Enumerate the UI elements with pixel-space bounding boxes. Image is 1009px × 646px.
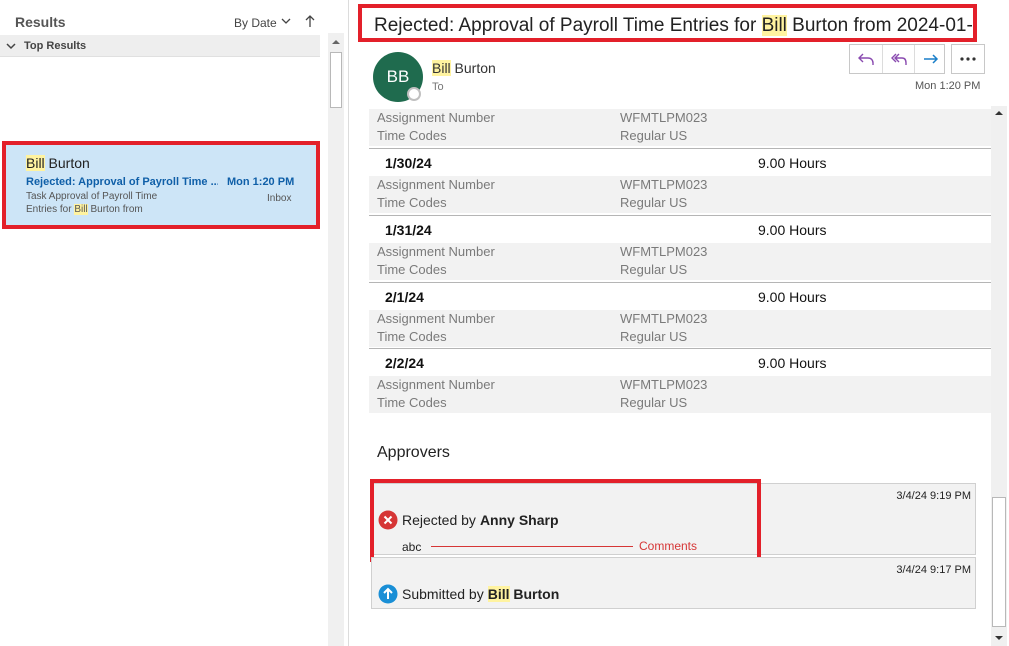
collapse-chevron-icon[interactable] bbox=[6, 41, 16, 51]
detail-key: Time Codes bbox=[377, 262, 447, 277]
subject-part: Burton from 2024-01-... bbox=[786, 15, 977, 36]
detail-value: Regular US bbox=[620, 128, 688, 143]
preview-highlight: Bill bbox=[74, 204, 88, 215]
to-label: To bbox=[432, 81, 444, 93]
entry-detail-block: Assignment Number WFMTLPM023 Time Codes … bbox=[369, 310, 991, 347]
detail-key: Assignment Number bbox=[377, 177, 495, 192]
item-preview-line2: Entries for Bill Burton from bbox=[26, 204, 143, 215]
entry-hours: 9.00 Hours bbox=[758, 289, 827, 305]
arrow-up-icon[interactable] bbox=[304, 14, 316, 28]
item-subject: Rejected: Approval of Payroll Time ... bbox=[26, 176, 218, 188]
entry-detail-block: Assignment Number WFMTLPM023 Time Codes … bbox=[369, 376, 991, 413]
detail-value: WFMTLPM023 bbox=[620, 244, 708, 259]
detail-key: Assignment Number bbox=[377, 110, 495, 125]
detail-key: Assignment Number bbox=[377, 377, 495, 392]
scroll-up-icon[interactable] bbox=[993, 108, 1005, 118]
results-scroll-thumb[interactable] bbox=[330, 52, 342, 108]
subject-highlight: Bill bbox=[761, 15, 787, 36]
results-title: Results bbox=[15, 14, 66, 30]
approver-status: Submitted by Bill Burton bbox=[378, 584, 559, 604]
top-results-group-header[interactable]: Top Results bbox=[0, 35, 320, 57]
more-actions-button[interactable] bbox=[951, 44, 985, 74]
entry-hours: 9.00 Hours bbox=[758, 155, 827, 171]
more-icon bbox=[960, 57, 976, 61]
subject-part: Rejected: Approval of Payroll Time Entri… bbox=[374, 15, 762, 36]
entry-date: 2/1/24 bbox=[385, 289, 424, 305]
item-folder: Inbox bbox=[267, 193, 292, 204]
reply-all-button[interactable] bbox=[882, 45, 914, 73]
outlook-window: Results By Date Top Results Bill Burton … bbox=[0, 0, 1009, 646]
group-label: Top Results bbox=[24, 40, 87, 52]
detail-value: Regular US bbox=[620, 395, 688, 410]
detail-key: Assignment Number bbox=[377, 311, 495, 326]
approver-timestamp: 3/4/24 9:17 PM bbox=[896, 564, 971, 576]
sender-first: Bill bbox=[432, 60, 451, 76]
sender-first-name: Bill bbox=[26, 155, 45, 171]
forward-icon bbox=[923, 54, 938, 64]
forward-button[interactable] bbox=[914, 45, 946, 73]
detail-value: WFMTLPM023 bbox=[620, 110, 708, 125]
detail-value: WFMTLPM023 bbox=[620, 177, 708, 192]
response-button-group bbox=[849, 44, 945, 74]
approvers-heading: Approvers bbox=[377, 444, 450, 461]
detail-value: Regular US bbox=[620, 195, 688, 210]
detail-value: WFMTLPM023 bbox=[620, 311, 708, 326]
sender-last: Burton bbox=[450, 60, 496, 76]
detail-key: Time Codes bbox=[377, 128, 447, 143]
approver-name: Bill Burton bbox=[487, 586, 560, 602]
approver-card-submitted: 3/4/24 9:17 PM Submitted by Bill Burton bbox=[371, 557, 976, 609]
detail-value: WFMTLPM023 bbox=[620, 377, 708, 392]
message-subject: Rejected: Approval of Payroll Time Entri… bbox=[358, 4, 977, 42]
submit-icon bbox=[378, 584, 398, 604]
annotation-highlight-box bbox=[370, 479, 761, 562]
item-time: Mon 1:20 PM bbox=[227, 176, 295, 188]
reply-all-icon bbox=[890, 53, 907, 65]
entry-date-row: 2/1/24 9.00 Hours bbox=[369, 282, 991, 310]
detail-value: Regular US bbox=[620, 262, 688, 277]
sender-last-name: Burton bbox=[44, 155, 90, 171]
results-scrollbar[interactable] bbox=[328, 33, 344, 646]
preview-text: Burton from bbox=[87, 204, 143, 215]
mail-list-item[interactable]: Bill Burton Rejected: Approval of Payrol… bbox=[2, 141, 320, 229]
detail-key: Time Codes bbox=[377, 395, 447, 410]
approver-first-name: Bill bbox=[487, 586, 510, 602]
detail-key: Time Codes bbox=[377, 329, 447, 344]
item-preview-line1: Task Approval of Payroll Time bbox=[26, 191, 158, 202]
detail-key: Time Codes bbox=[377, 195, 447, 210]
item-sender: Bill Burton bbox=[26, 155, 90, 171]
search-results-pane: Results By Date Top Results Bill Burton … bbox=[0, 0, 328, 646]
entry-hours: 9.00 Hours bbox=[758, 222, 827, 238]
entry-date: 1/30/24 bbox=[385, 155, 432, 171]
detail-value: Regular US bbox=[620, 329, 688, 344]
subject-text: Rejected: Approval of Payroll Time Entri… bbox=[374, 15, 977, 37]
sender-name[interactable]: Bill Burton bbox=[432, 60, 496, 76]
chevron-down-icon[interactable] bbox=[280, 15, 292, 27]
entry-date-row: 2/2/24 9.00 Hours bbox=[369, 348, 991, 376]
approver-timestamp: 3/4/24 9:19 PM bbox=[896, 490, 971, 502]
sort-by-date-button[interactable]: By Date bbox=[234, 16, 277, 30]
message-time: Mon 1:20 PM bbox=[915, 80, 981, 92]
entry-detail-block: Assignment Number WFMTLPM023 Time Codes … bbox=[369, 176, 991, 213]
preview-text: Entries for bbox=[26, 204, 75, 215]
approver-last-name: Burton bbox=[509, 586, 560, 602]
pane-divider[interactable] bbox=[348, 0, 349, 646]
entry-date: 2/2/24 bbox=[385, 355, 424, 371]
presence-status-icon bbox=[407, 87, 421, 101]
scroll-down-icon[interactable] bbox=[993, 633, 1005, 643]
entry-hours: 9.00 Hours bbox=[758, 355, 827, 371]
message-scroll-thumb[interactable] bbox=[992, 497, 1006, 627]
entry-detail-block: Assignment Number WFMTLPM023 Time Codes … bbox=[369, 109, 991, 146]
reply-button[interactable] bbox=[850, 45, 882, 73]
detail-key: Assignment Number bbox=[377, 244, 495, 259]
scroll-up-icon[interactable] bbox=[331, 37, 341, 47]
reply-icon bbox=[858, 53, 874, 65]
entry-date-row: 1/30/24 9.00 Hours bbox=[369, 148, 991, 176]
entry-detail-block: Assignment Number WFMTLPM023 Time Codes … bbox=[369, 243, 991, 280]
entry-date-row: 1/31/24 9.00 Hours bbox=[369, 215, 991, 243]
status-action: Submitted by bbox=[402, 586, 484, 602]
entry-date: 1/31/24 bbox=[385, 222, 432, 238]
